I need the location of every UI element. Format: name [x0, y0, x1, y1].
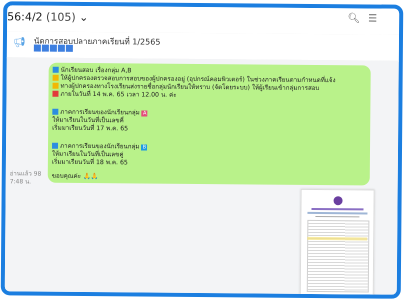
blue-square-icon — [33, 44, 41, 52]
message-line: ขอบคุณค่ะ 🙏🙏 — [51, 172, 99, 181]
doc-table — [306, 219, 370, 293]
message-line: ภายในวันที่ 14 พ.ค. 65 เวลา 12.00 น. ค่ะ — [52, 90, 177, 100]
star-icon — [52, 82, 59, 89]
blue-square-icon — [57, 44, 65, 52]
menu-icon[interactable]: ☰ — [368, 13, 385, 24]
doc-subtitle-line — [315, 215, 360, 218]
message-line: เริ่มมาเรียนวันที่ 17 พ.ค. 65 — [52, 124, 129, 133]
doc-subtitle-line — [307, 211, 368, 215]
announcement-emoji-row — [33, 44, 73, 52]
member-count: (105) — [46, 10, 76, 24]
group-b-badge: B — [141, 144, 148, 151]
message-bubble[interactable]: นักเรียนสอบ เรื่องกลุ่ม A,B ให้ผู้ปกครอง… — [47, 62, 371, 186]
clap-icon: 🙏🙏 — [82, 172, 99, 181]
chat-title[interactable]: 56:4/2 (105) ⌄ — [7, 10, 88, 24]
school-logo-icon — [333, 196, 343, 206]
info-icon — [52, 66, 59, 73]
header-actions: 🔍︎☰ — [347, 13, 385, 24]
message-time: 7:48 น. — [9, 178, 32, 186]
book-icon — [52, 142, 59, 149]
group-a-badge: A — [141, 110, 148, 117]
chevron-down-icon[interactable]: ⌄ — [79, 11, 88, 24]
blue-square-icon — [49, 44, 57, 52]
megaphone-icon: 📢︎ — [12, 37, 26, 49]
message-meta: อ่านแล้ว 98 7:48 น. — [10, 170, 42, 186]
blue-square-icon — [41, 44, 49, 52]
pin-icon — [52, 90, 59, 97]
read-receipt: อ่านแล้ว 98 — [9, 170, 42, 178]
chat-name: 56:4/2 — [7, 10, 43, 24]
book-icon — [52, 108, 59, 115]
search-icon[interactable]: 🔍︎ — [347, 13, 368, 24]
doc-highlight — [307, 236, 368, 241]
screenshot-frame: 56:4/2 (105) ⌄ 🔍︎☰ 📢︎ นัดการสอบปลายภาคเร… — [0, 1, 404, 299]
doc-title-line — [311, 207, 364, 211]
document-image-preview[interactable] — [299, 188, 375, 297]
blue-square-icon — [65, 44, 73, 52]
star-icon — [52, 74, 59, 81]
message-line: เริ่มมาเรียนวันที่ 18 พ.ค. 65 — [51, 158, 128, 167]
